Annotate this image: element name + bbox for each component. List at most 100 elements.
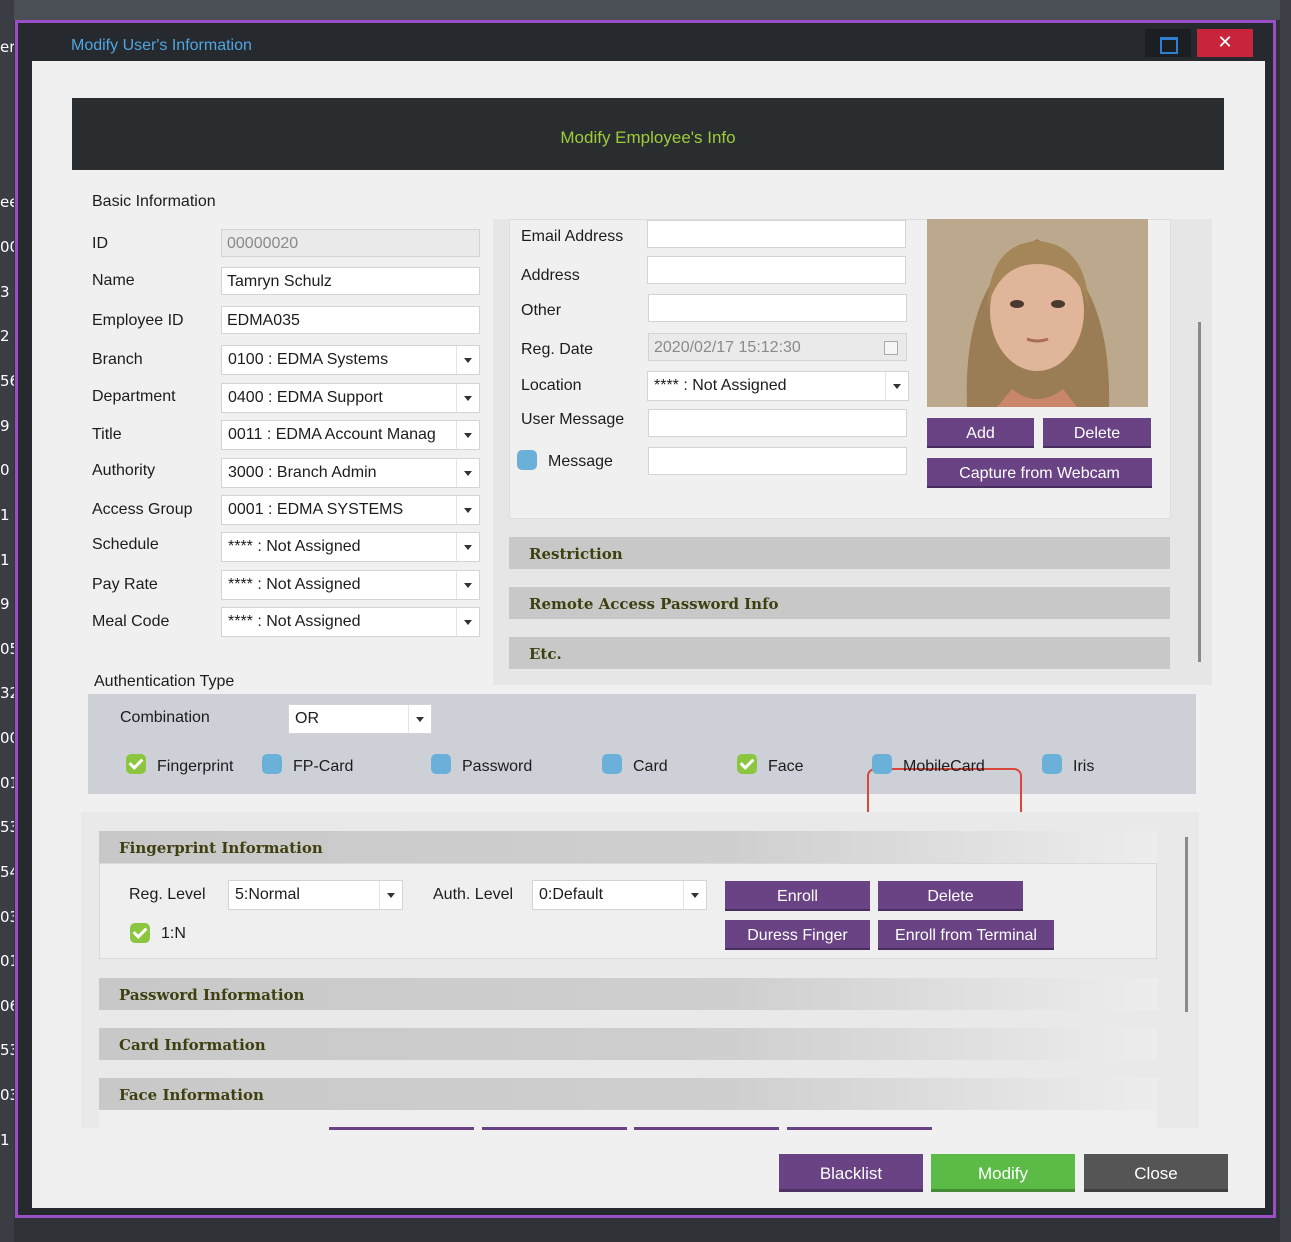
pay-rate-value: **** : Not Assigned (228, 576, 361, 593)
background-row-number: 9 (0, 595, 10, 613)
other-label: Other (521, 302, 562, 319)
face-section-header[interactable]: Face Information (99, 1078, 1157, 1110)
id-field: 00000020 (221, 229, 480, 257)
chevron-down-icon (456, 421, 479, 449)
chevron-down-icon (683, 881, 706, 909)
window-title: Modify User's Information (71, 37, 252, 54)
reg-level-select[interactable]: 5:Normal (228, 880, 403, 910)
employee-id-field[interactable]: EDMA035 (221, 306, 480, 334)
auth-password-label: Password (462, 758, 533, 775)
title-select[interactable]: 0011 : EDMA Account Manag (221, 420, 480, 450)
employee-id-label: Employee ID (92, 312, 184, 329)
auth-mobilecard-checkbox[interactable] (872, 754, 892, 774)
enroll-from-terminal-button[interactable]: Enroll from Terminal (878, 920, 1054, 950)
location-select[interactable]: **** : Not Assigned (647, 371, 909, 401)
auth-details-scrollbar[interactable] (1185, 837, 1188, 1012)
background-row-number: 01 (0, 774, 14, 792)
modify-button[interactable]: Modify (931, 1154, 1075, 1192)
chevron-down-icon (408, 705, 431, 733)
enroll-button[interactable]: Enroll (725, 881, 870, 911)
face-button-2-edge[interactable] (482, 1127, 627, 1130)
background-row-number: 1 (0, 506, 10, 524)
email-field[interactable] (647, 220, 906, 248)
auth-card-checkbox[interactable] (602, 754, 622, 774)
duress-finger-button[interactable]: Duress Finger (725, 920, 870, 950)
restriction-section-header[interactable]: Restriction (509, 537, 1170, 569)
auth-face-label: Face (768, 758, 804, 775)
chevron-down-icon (456, 384, 479, 412)
access-group-select[interactable]: 0001 : EDMA SYSTEMS (221, 495, 480, 525)
auth-card-label: Card (633, 758, 668, 775)
branch-label: Branch (92, 351, 143, 368)
pay-rate-select[interactable]: **** : Not Assigned (221, 570, 480, 600)
auth-password-checkbox[interactable] (431, 754, 451, 774)
basic-info-heading: Basic Information (92, 193, 216, 210)
page-banner: Modify Employee's Info (72, 98, 1224, 170)
face-button-4-edge[interactable] (787, 1127, 932, 1130)
background-row-number: 2 (0, 327, 10, 345)
background-app-right-edge (1280, 0, 1291, 1242)
remote-access-section-header[interactable]: Remote Access Password Info (509, 587, 1170, 619)
background-row-number: 1 (0, 1131, 10, 1149)
calendar-icon (884, 341, 898, 355)
background-app-titlebar (0, 0, 1291, 20)
name-field[interactable]: Tamryn Schulz (221, 267, 480, 295)
combination-select[interactable]: OR (288, 704, 432, 734)
etc-section-header[interactable]: Etc. (509, 637, 1170, 669)
delete-photo-button[interactable]: Delete (1043, 418, 1151, 448)
chevron-down-icon (456, 496, 479, 524)
user-message-label: User Message (521, 411, 625, 428)
email-label: Email Address (521, 228, 624, 245)
address-label: Address (521, 267, 580, 284)
face-button-1-edge[interactable] (329, 1127, 474, 1130)
address-field[interactable] (647, 256, 906, 284)
title-label: Title (92, 426, 122, 443)
auth-fingerprint-label: Fingerprint (157, 758, 234, 775)
meal-code-select[interactable]: **** : Not Assigned (221, 607, 480, 637)
background-row-number: 05 (0, 640, 14, 658)
add-photo-button[interactable]: Add (927, 418, 1034, 448)
schedule-label: Schedule (92, 536, 159, 553)
other-field[interactable] (648, 294, 907, 322)
face-button-3-edge[interactable] (634, 1127, 779, 1130)
auth-fp-card-checkbox[interactable] (262, 754, 282, 774)
capture-webcam-button[interactable]: Capture from Webcam (927, 458, 1152, 488)
one-to-n-label: 1:N (161, 925, 186, 942)
auth-level-select[interactable]: 0:Default (532, 880, 707, 910)
details-scrollbar[interactable] (1198, 322, 1201, 662)
fingerprint-section-header[interactable]: Fingerprint Information (99, 831, 1157, 863)
auth-face-checkbox[interactable] (737, 754, 757, 774)
schedule-select[interactable]: **** : Not Assigned (221, 532, 480, 562)
reg-date-field: 2020/02/17 15:12:30 (648, 333, 907, 361)
maximize-button[interactable] (1145, 29, 1191, 57)
message-checkbox[interactable] (517, 450, 537, 470)
background-row-number: 01 (0, 952, 14, 970)
blacklist-button[interactable]: Blacklist (779, 1154, 923, 1192)
auth-mobilecard-label: MobileCard (903, 758, 985, 775)
chevron-down-icon (456, 571, 479, 599)
background-row-number: 32 (0, 684, 14, 702)
dialog-body: Modify Employee's Info Basic Information… (32, 61, 1265, 1208)
card-section-header[interactable]: Card Information (99, 1028, 1157, 1060)
combination-label: Combination (120, 709, 210, 726)
password-section-header[interactable]: Password Information (99, 978, 1157, 1010)
message-field[interactable] (648, 447, 907, 475)
background-row-number: 03 (0, 908, 14, 926)
department-select[interactable]: 0400 : EDMA Support (221, 383, 480, 413)
auth-level-value: 0:Default (539, 886, 604, 903)
one-to-n-checkbox[interactable] (130, 923, 150, 943)
chevron-down-icon (379, 881, 402, 909)
window-close-button[interactable]: ✕ (1197, 29, 1253, 57)
auth-iris-checkbox[interactable] (1042, 754, 1062, 774)
pay-rate-label: Pay Rate (92, 576, 158, 593)
authority-select[interactable]: 3000 : Branch Admin (221, 458, 480, 488)
chevron-down-icon (456, 459, 479, 487)
auth-fingerprint-checkbox[interactable] (126, 754, 146, 774)
reg-date-value: 2020/02/17 15:12:30 (654, 339, 801, 356)
close-button[interactable]: Close (1084, 1154, 1228, 1192)
id-label: ID (92, 235, 108, 252)
delete-fingerprint-button[interactable]: Delete (878, 881, 1023, 911)
chevron-down-icon (456, 533, 479, 561)
branch-select[interactable]: 0100 : EDMA Systems (221, 345, 480, 375)
user-message-field[interactable] (648, 409, 907, 437)
